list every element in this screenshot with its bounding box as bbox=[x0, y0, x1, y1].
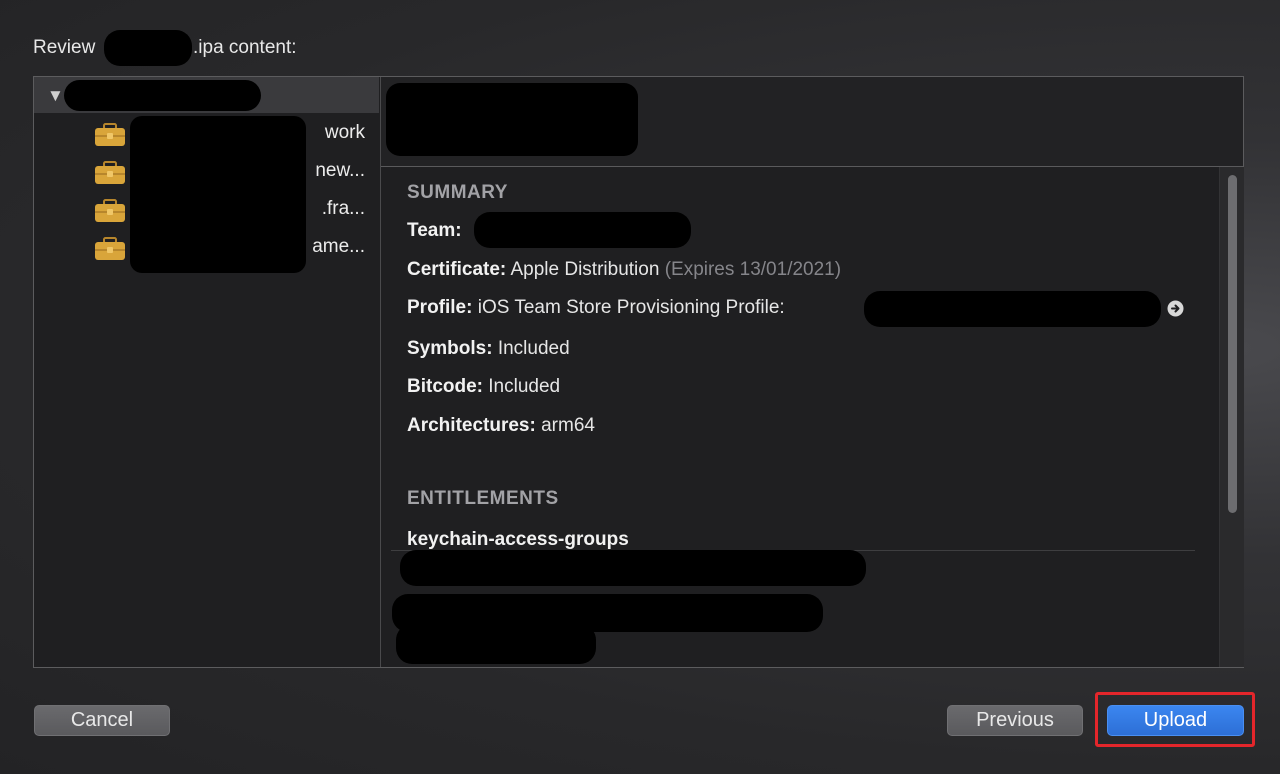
architectures-label: Architectures: bbox=[407, 415, 536, 436]
tree-item-label: ame... bbox=[312, 236, 365, 257]
architectures-value: arm64 bbox=[541, 415, 595, 436]
certificate-label: Certificate: bbox=[407, 259, 507, 280]
team-label: Team: bbox=[407, 220, 462, 241]
review-title: Review .ipa content: bbox=[33, 37, 297, 59]
redacted-framework-names bbox=[130, 116, 306, 273]
upload-button[interactable]: Upload bbox=[1107, 705, 1244, 736]
architectures-row: Architectures: arm64 bbox=[407, 415, 595, 437]
summary-heading: SUMMARY bbox=[407, 182, 508, 203]
bitcode-label: Bitcode: bbox=[407, 376, 483, 397]
profile-label: Profile: bbox=[407, 297, 473, 318]
team-row: Team: bbox=[407, 220, 462, 242]
details-scrollbar[interactable] bbox=[1219, 167, 1244, 667]
scrollbar-thumb[interactable] bbox=[1228, 175, 1237, 513]
briefcase-icon bbox=[94, 199, 126, 223]
disclosure-triangle-icon[interactable]: ▼ bbox=[47, 86, 64, 106]
profile-value: iOS Team Store Provisioning Profile: bbox=[477, 297, 785, 318]
review-title-prefix: Review bbox=[33, 37, 96, 58]
symbols-row: Symbols: Included bbox=[407, 338, 570, 360]
redacted-entitlement-1 bbox=[400, 550, 866, 586]
symbols-label: Symbols: bbox=[407, 338, 493, 359]
redacted-app-header bbox=[386, 83, 638, 156]
redacted-app-name bbox=[104, 30, 192, 66]
certificate-value: Apple Distribution bbox=[510, 259, 660, 280]
bitcode-row: Bitcode: Included bbox=[407, 376, 560, 398]
reveal-arrow-icon[interactable] bbox=[1167, 300, 1184, 322]
cancel-button[interactable]: Cancel bbox=[34, 705, 170, 736]
certificate-expiry: (Expires 13/01/2021) bbox=[664, 259, 842, 280]
redacted-root-name bbox=[64, 80, 261, 111]
redacted-profile-name bbox=[864, 291, 1161, 327]
briefcase-icon bbox=[94, 237, 126, 261]
symbols-value: Included bbox=[497, 338, 570, 359]
redacted-entitlement-3 bbox=[396, 624, 596, 664]
review-title-suffix: .ipa content: bbox=[193, 37, 297, 58]
entitlement-row: keychain-access-groups bbox=[407, 529, 629, 551]
tree-item-label: work bbox=[324, 122, 365, 143]
entitlement-key: keychain-access-groups bbox=[407, 529, 629, 550]
briefcase-icon bbox=[94, 123, 126, 147]
certificate-row: Certificate: Apple Distribution (Expires… bbox=[407, 259, 841, 281]
tree-item-label: .fra... bbox=[321, 198, 365, 219]
redacted-team-value bbox=[474, 212, 691, 248]
tree-item-label: new... bbox=[315, 160, 365, 181]
profile-row: Profile: iOS Team Store Provisioning Pro… bbox=[407, 297, 785, 319]
entitlements-heading: ENTITLEMENTS bbox=[407, 488, 559, 509]
bitcode-value: Included bbox=[488, 376, 561, 397]
briefcase-icon bbox=[94, 161, 126, 185]
previous-button[interactable]: Previous bbox=[947, 705, 1083, 736]
